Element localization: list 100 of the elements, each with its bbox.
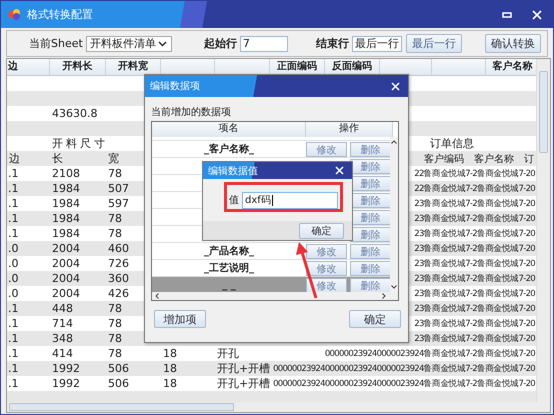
item-name: _产品名称_	[204, 246, 254, 257]
vertical-scrollbar[interactable]	[390, 137, 398, 292]
table-cell: 23鲁商金悦城7-2鲁商金悦城7-20	[414, 198, 535, 210]
table-cell: 开孔+开槽	[217, 377, 270, 390]
column-header[interactable]: 客户名称	[486, 59, 536, 76]
table-cell: 2004	[52, 272, 80, 285]
row-action-button[interactable]: 删除	[350, 158, 391, 174]
ok-button[interactable]: 确定	[349, 310, 401, 328]
table-cell: 1984	[52, 227, 80, 240]
end-row-label: 结束行	[316, 36, 349, 51]
table-cell: .1	[8, 347, 18, 360]
table-cell: .1	[8, 332, 18, 345]
table-cell: 开孔	[217, 347, 239, 360]
table-cell: 78	[108, 332, 122, 345]
table-cell: .0	[8, 242, 18, 255]
horizontal-scrollbar[interactable]	[7, 402, 550, 412]
row-action-button[interactable]: 修改	[306, 278, 347, 292]
last-row-button[interactable]: 最后一行	[406, 34, 462, 53]
value-label: 值	[229, 194, 239, 207]
sheet-select[interactable]: 开料板件清单	[86, 36, 172, 52]
close-icon[interactable]	[531, 8, 543, 20]
start-row-label: 起始行	[204, 36, 237, 51]
column-header[interactable]: 项名	[152, 122, 306, 137]
table-cell: 460	[108, 242, 129, 255]
table-cell: 506	[108, 362, 129, 375]
value-field[interactable]: dxf码	[242, 192, 338, 208]
item-row[interactable]: _产品名称_ 修改 删除	[152, 243, 390, 260]
sheet-label: 当前Sheet	[29, 36, 83, 51]
row-action-button[interactable]: 删除	[350, 278, 391, 292]
table-cell: 00000023924000000239240000023924鲁商金悦城7-2鲁商金悦城7-20	[273, 362, 535, 374]
table-cell: .1	[8, 302, 18, 315]
table-cell: 78	[108, 167, 122, 180]
table-cell: 23鲁商金悦城7-2鲁商金悦城7-20	[414, 302, 535, 314]
table-cell: 18	[163, 377, 177, 390]
table-cell: 23鲁商金悦城7-2鲁商金悦城7-20	[414, 212, 535, 224]
close-icon[interactable]	[335, 166, 344, 175]
row-action-button[interactable]: 删除	[350, 210, 391, 224]
table-cell: 507	[108, 182, 129, 195]
table-cell: 1984	[52, 182, 80, 195]
row-action-button[interactable]: 修改	[306, 260, 347, 276]
column-header[interactable]	[380, 59, 432, 76]
item-name: _工艺说明_	[204, 263, 254, 274]
table-cell: .1	[8, 377, 18, 390]
start-row-field[interactable]: 7	[240, 36, 288, 52]
item-row[interactable]: _工艺说明_ 修改 删除	[152, 260, 390, 277]
table-cell: 597	[108, 197, 129, 210]
table-cell: 18	[163, 347, 177, 360]
row-action-button[interactable]: 删除	[350, 260, 391, 276]
table-cell: 18	[163, 362, 177, 375]
table-cell: 23鲁商金悦城7-2鲁商金悦城7-20	[414, 332, 535, 344]
table-cell: 414	[52, 347, 73, 360]
horizontal-scrollbar[interactable]	[152, 292, 398, 300]
scroll-down-icon[interactable]	[391, 285, 397, 289]
table-cell: 000000239240000023924鲁商金悦城7-2鲁商金悦城7-20	[324, 348, 535, 360]
row-action-button[interactable]: 删除	[350, 176, 391, 190]
vertical-scrollbar[interactable]	[536, 59, 550, 402]
item-row[interactable]: _客户名称_ 修改 删除	[152, 141, 390, 158]
table-cell: 23鲁商金悦城7-2鲁商金悦城7-20	[414, 288, 535, 300]
row-action-button[interactable]: 删除	[350, 226, 391, 242]
table-cell-text: 订	[524, 152, 534, 166]
table-cell: 2004	[52, 287, 80, 300]
item-row[interactable]: _ _ 修改 删除	[152, 277, 390, 292]
row-action-button[interactable]: 删除	[350, 192, 391, 208]
table-cell: .1	[8, 362, 18, 375]
ok-button[interactable]: 确定	[299, 222, 344, 238]
scroll-right-icon[interactable]	[382, 293, 386, 299]
column-header[interactable]: 边	[7, 59, 50, 76]
scroll-left-icon[interactable]	[155, 293, 159, 299]
column-header[interactable]: 操作	[306, 122, 393, 137]
table-cell: .0	[8, 287, 18, 300]
table-cell-text: 43630.8	[51, 107, 98, 120]
row-action-button[interactable]: 修改	[306, 244, 347, 258]
table-cell: 2004	[52, 242, 80, 255]
table-cell: 78	[108, 212, 122, 225]
table-cell: 23鲁商金悦城7-2鲁商金悦城7-20	[414, 228, 535, 240]
row-action-button[interactable]: 删除	[350, 142, 391, 156]
close-icon[interactable]	[391, 82, 400, 90]
column-header[interactable]: 开料长	[50, 59, 106, 76]
table-cell: 边	[9, 152, 20, 165]
table-cell: 726	[108, 257, 129, 270]
row-action-button[interactable]: 修改	[306, 142, 347, 156]
table-cell: 78	[108, 302, 122, 315]
table-cell: 22鲁商金悦城7-2鲁商金悦城7-20	[414, 168, 535, 180]
column-header[interactable]: 开料宽	[106, 59, 161, 76]
add-item-button[interactable]: 增加项	[154, 310, 206, 328]
table-cell: 22鲁商金悦城7-2鲁商金悦城7-20	[414, 182, 535, 194]
table-cell: 2108	[52, 167, 80, 180]
table-cell: 78	[108, 317, 122, 330]
table-cell: 426	[108, 287, 129, 300]
scroll-up-icon[interactable]	[391, 140, 397, 144]
confirm-button[interactable]: 确认转换	[485, 34, 541, 53]
item-name: _ _	[222, 280, 236, 290]
row-action-button[interactable]: 删除	[350, 244, 391, 258]
dialog-title: 编辑数据项	[150, 80, 200, 93]
table-cell: .1	[8, 182, 18, 195]
table-cell: 1992	[52, 377, 80, 390]
table-cell-text: 客户名称	[474, 152, 515, 166]
table-cell: 1984	[52, 197, 80, 210]
end-row-field[interactable]: 最后一行	[352, 36, 402, 52]
table-cell: .1	[8, 197, 18, 210]
